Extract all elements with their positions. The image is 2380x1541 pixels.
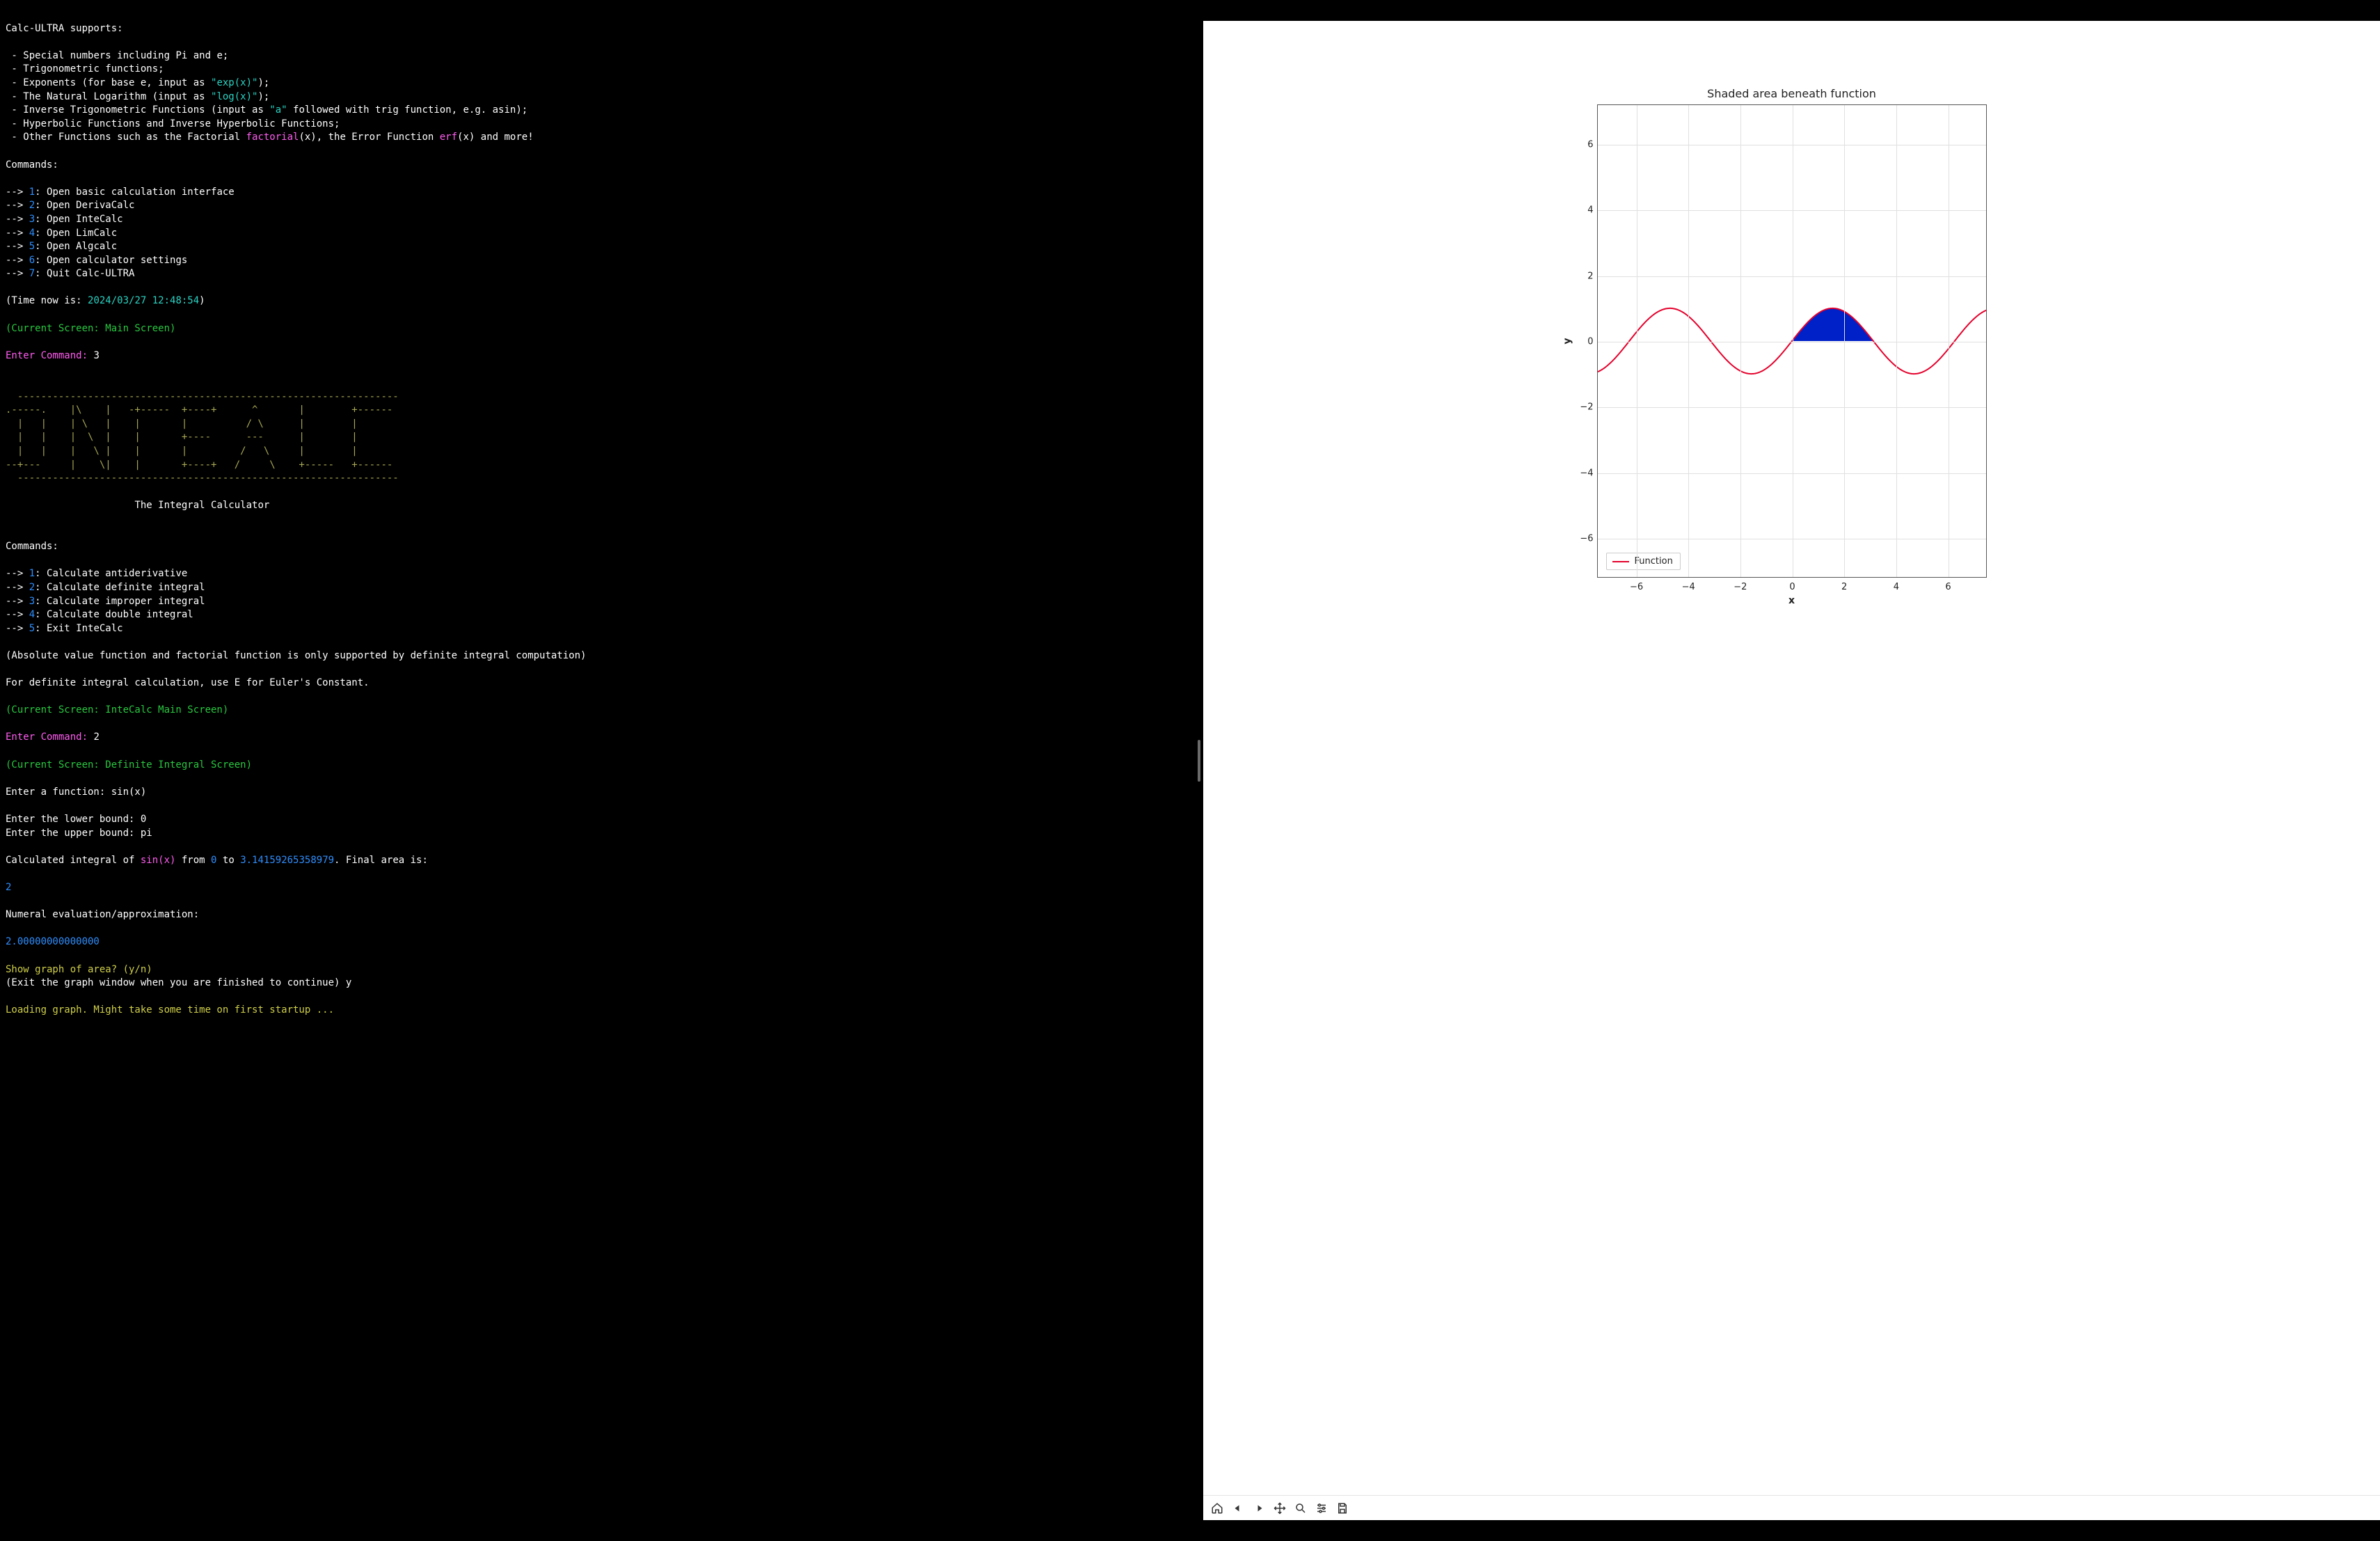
plot-pane: Shaded area beneath function Function x … <box>1202 0 2380 1541</box>
x-axis-label: x <box>1788 595 1795 606</box>
terminal-pane[interactable]: Calc-ULTRA supports: - Special numbers i… <box>0 0 1202 1541</box>
x-tick: 0 <box>1789 582 1795 592</box>
function-curve <box>1598 308 1986 374</box>
zoom-icon[interactable] <box>1291 1499 1310 1518</box>
back-icon[interactable] <box>1228 1499 1248 1518</box>
result-value: 2 <box>6 882 11 893</box>
y-tick: −6 <box>1577 534 1594 544</box>
screen-definite: (Current Screen: Definite Integral Scree… <box>6 759 252 770</box>
screen-main: (Current Screen: Main Screen) <box>6 323 175 334</box>
pan-icon[interactable] <box>1270 1499 1290 1518</box>
y-tick: 4 <box>1577 205 1594 216</box>
plot-canvas: Shaded area beneath function Function x … <box>1203 21 2380 1495</box>
chart-svg <box>1598 105 1986 577</box>
supports-heading: Calc-ULTRA supports: <box>6 23 123 34</box>
x-tick: −2 <box>1734 582 1747 592</box>
plot-area[interactable]: Function x y −6−4−20246−6−4−20246 <box>1597 104 1987 578</box>
x-tick: −4 <box>1682 582 1695 592</box>
y-tick: −2 <box>1577 402 1594 413</box>
y-tick: 2 <box>1577 271 1594 281</box>
forward-icon[interactable] <box>1249 1499 1269 1518</box>
x-tick: 6 <box>1945 582 1951 592</box>
enter-command-prompt: Enter Command: <box>6 350 93 361</box>
chart-title: Shaded area beneath function <box>1203 21 2380 104</box>
terminal-scrollbar[interactable] <box>1198 740 1200 782</box>
save-icon[interactable] <box>1333 1499 1352 1518</box>
y-tick: 0 <box>1577 337 1594 347</box>
ascii-banner: ----------------------------------------… <box>6 391 399 484</box>
home-icon[interactable] <box>1207 1499 1227 1518</box>
x-tick: 2 <box>1841 582 1847 592</box>
legend-swatch-function <box>1612 561 1629 562</box>
legend-label: Function <box>1635 556 1673 567</box>
screen-intecalc: (Current Screen: InteCalc Main Screen) <box>6 704 228 716</box>
y-tick: 6 <box>1577 139 1594 150</box>
shaded-region <box>1792 308 1873 341</box>
configure-icon[interactable] <box>1312 1499 1331 1518</box>
y-axis-label: y <box>1562 338 1573 344</box>
bottom-spacer <box>1202 1520 2380 1541</box>
plot-toolbar <box>1203 1495 2380 1520</box>
y-tick: −4 <box>1577 468 1594 478</box>
terminal-content: Calc-ULTRA supports: - Special numbers i… <box>6 22 1196 1018</box>
x-tick: 4 <box>1894 582 1899 592</box>
legend: Function <box>1606 553 1681 570</box>
x-tick: −6 <box>1630 582 1643 592</box>
